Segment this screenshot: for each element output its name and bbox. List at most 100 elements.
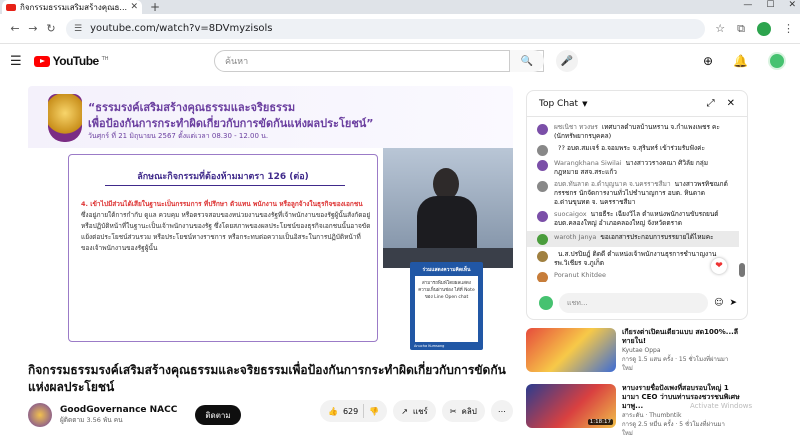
channel-avatar[interactable]	[28, 403, 52, 427]
comment-promo-card: ร่วมแสดงความคิดเห็น สามารถพิมพ์โดยผลแสดง…	[410, 262, 483, 350]
chat-author: suocaigox	[554, 210, 587, 218]
account-avatar[interactable]	[768, 52, 786, 70]
extensions-icon[interactable]: ⧉	[737, 22, 745, 36]
browser-tab[interactable]: กิจกรรมธรรมเสริมสร้างคุณธ... ✕	[2, 0, 142, 14]
like-icon[interactable]: 👍	[328, 407, 338, 416]
dislike-icon[interactable]: 👎	[369, 407, 379, 416]
comment-promo-body: สามารถพิมพ์โดยผลแสดงความเห็นผ่านช่อง ได้…	[415, 276, 478, 342]
video-duration: 1:18:17	[587, 419, 613, 425]
site-info-icon[interactable]: ☰	[74, 24, 82, 34]
slide-box-body-text: ซึ่งอยู่ภายใต้การกำกับ ดูแล ควบคุม หรือต…	[81, 211, 371, 252]
chat-avatar	[537, 124, 548, 135]
notifications-bell-icon[interactable]: 🔔	[733, 54, 748, 68]
nacc-seal-logo	[48, 94, 82, 142]
send-icon[interactable]: ➤	[729, 298, 737, 308]
chat-message: Warangkhana Siwilai นางสาววรางคณา ศิวิลัย…	[537, 159, 729, 177]
comment-promo-title: ร่วมแสดงความคิดเห็น	[422, 267, 471, 273]
chat-text: ขอเอกสารประกอบการบรรยายได้ไหมคะ	[600, 233, 714, 241]
chat-messages: ผชเนิชา ทวงษร เทศบาลตำบลบ้านหราน จ.กำแพงเ…	[527, 118, 739, 282]
chat-text: น.ส.ปรปิยฎ์ ติดดี ตำแหน่งเจ้าพนักงานธุรก…	[554, 250, 717, 267]
chat-message: ?? อบต.สมเจร์ อ.จอมพระ จ.สุรินทร์ เข้าร่…	[537, 144, 729, 156]
slide-box-title: ลักษณะกิจกรรมที่ต้องห้ามมาตรา 126 (ต่อ)	[137, 172, 309, 182]
recommendation-thumbnail[interactable]	[526, 328, 616, 372]
recommendation-item[interactable]: เกียรงต่าเปิดนเดียวแบบ สด100%...ลีทายใน!…	[526, 328, 746, 372]
recommendation-channel: สาระดัน · Thumbntik	[622, 412, 682, 419]
recommendation-title[interactable]: เกียรงต่าเปิดนเดียวแบบ สด100%...ลีทายใน!	[622, 328, 746, 346]
browser-toolbar: ← → ↻ ☰ youtube.com/watch?v=8DVmyzisols …	[0, 14, 800, 44]
close-window-icon[interactable]: ✕	[788, 0, 796, 10]
reload-icon[interactable]: ↻	[42, 22, 60, 35]
bookmark-star-icon[interactable]: ☆	[715, 22, 725, 35]
youtube-favicon-icon	[6, 3, 16, 11]
live-chat-panel: Top Chat ▼ ⤢ ✕ ผชเนิชา ทวงษร เทศบาลตำบลบ้…	[526, 90, 748, 320]
screen: กิจกรรมธรรมเสริมสร้างคุณธ... ✕ + — ☐ ✕ ←…	[0, 0, 800, 438]
search-button[interactable]: 🔍	[509, 50, 544, 72]
chat-input[interactable]: แชท...	[559, 293, 709, 313]
video-player[interactable]: “ธรรมรงค์เสริมสร้างคุณธรรมและจริยธรรม เพ…	[28, 86, 513, 356]
like-count[interactable]: 629	[343, 407, 358, 416]
emoji-icon[interactable]: ☺	[714, 298, 723, 308]
recommendation-thumbnail[interactable]: 1:18:17	[526, 384, 616, 428]
slide-title-line2: เพื่อป้องกันการกระทำผิดเกี่ยวกับการขัดกั…	[88, 117, 374, 130]
forward-arrow-icon[interactable]: →	[24, 22, 42, 35]
profile-icon[interactable]	[757, 21, 771, 36]
chevron-down-icon[interactable]: ▼	[582, 100, 587, 108]
share-button[interactable]: ↗ แชร์	[393, 400, 436, 422]
chat-avatar	[537, 211, 548, 222]
chat-avatar	[537, 234, 548, 245]
slide-box-body-highlight: 4. เข้าไปมีส่วนได้เสียในฐานะเป็นกรรมการ …	[81, 200, 363, 208]
chat-scrollbar[interactable]	[739, 263, 745, 277]
chat-placeholder: แชท...	[567, 298, 588, 307]
back-arrow-icon[interactable]: ←	[6, 22, 24, 35]
subscribe-button[interactable]: ติดตาม	[195, 405, 241, 425]
browser-tab-bar: กิจกรรมธรรมเสริมสร้างคุณธ... ✕ + — ☐ ✕	[0, 0, 800, 14]
minimize-icon[interactable]: —	[743, 0, 752, 10]
close-tab-icon[interactable]: ✕	[130, 2, 138, 12]
chat-message: น.ส.ปรปิยฎ์ ติดดี ตำแหน่งเจ้าพนักงานธุรก…	[537, 250, 729, 268]
chat-message: อบต.ทันลาด อ.ดำบุญนาค จ.นครราชสีมา นางสาว…	[537, 180, 729, 207]
tab-title: กิจกรรมธรรมเสริมสร้างคุณธ...	[20, 2, 128, 12]
like-dislike-group: 👍 629 👎	[320, 400, 388, 422]
chat-message: ผชเนิชา ทวงษร เทศบาลตำบลบ้านหราน จ.กำแพงเ…	[537, 123, 729, 141]
chat-header: Top Chat ▼ ⤢ ✕	[527, 91, 747, 117]
mic-icon: 🎤	[560, 55, 574, 67]
maximize-icon[interactable]: ☐	[766, 0, 774, 10]
heart-reaction-icon[interactable]: ❤	[711, 258, 727, 274]
chat-text: ?? อบต.สมเจร์ อ.จอมพระ จ.สุรินทร์ เข้าร่…	[558, 144, 706, 152]
share-icon: ↗	[401, 406, 408, 416]
recommendation-channel: Kyutae Oppa	[622, 347, 661, 354]
chat-mode-selector[interactable]: Top Chat	[539, 99, 578, 109]
slide-header: “ธรรมรงค์เสริมสร้างคุณธรรมและจริยธรรม เพ…	[28, 86, 513, 148]
chat-message-hovered[interactable]: waroth Janya ขอเอกสารประกอบการบรรยายได้ไห…	[527, 231, 739, 247]
chat-author: Warangkhana Siwilai	[554, 159, 622, 167]
clip-button[interactable]: ✂ คลิป	[441, 400, 485, 422]
chat-expand-icon[interactable]: ⤢	[707, 98, 715, 109]
menu-dots-icon[interactable]: ⋮	[783, 22, 794, 35]
chat-message: suocaigox นายธีระ เฉียงวิไล ตำแหน่งพนักงา…	[537, 210, 729, 228]
address-bar[interactable]: ☰ youtube.com/watch?v=8DVmyzisols	[66, 18, 706, 39]
comment-promo-caption: Anucha Kumsong	[414, 344, 445, 348]
search-input[interactable]: ค้นหา	[214, 50, 544, 72]
clip-label: คลิป	[461, 406, 477, 416]
url-text: youtube.com/watch?v=8DVmyzisols	[90, 23, 273, 34]
more-actions-button[interactable]: ⋯	[490, 400, 513, 422]
recommendation-views: การดู 2.5 หมื่น ครั้ง · 5 ชั่วโมงที่ผ่าน…	[622, 421, 725, 428]
chat-avatar	[537, 181, 548, 192]
chat-author: ผชเนิชา ทวงษร	[554, 123, 598, 131]
search-placeholder: ค้นหา	[225, 57, 249, 67]
channel-name[interactable]: GoodGovernance NACC	[60, 405, 177, 415]
more-dots-icon: ⋯	[497, 406, 506, 416]
activation-watermark: Activate Windows	[690, 402, 753, 410]
voice-search-button[interactable]: 🎤	[556, 50, 578, 72]
chat-avatar	[537, 272, 548, 282]
create-video-icon[interactable]: ⊕	[703, 54, 713, 68]
new-tab-icon[interactable]: +	[150, 0, 160, 14]
chat-close-icon[interactable]: ✕	[727, 98, 735, 109]
chat-author: waroth Janya	[554, 233, 597, 241]
user-avatar	[539, 296, 553, 310]
chat-input-row: แชท... ☺ ➤	[527, 286, 747, 319]
chat-avatar	[537, 160, 548, 171]
window-controls: — ☐ ✕	[743, 0, 796, 10]
share-label: แชร์	[412, 406, 428, 416]
new-badge: ใหม่	[622, 365, 633, 372]
